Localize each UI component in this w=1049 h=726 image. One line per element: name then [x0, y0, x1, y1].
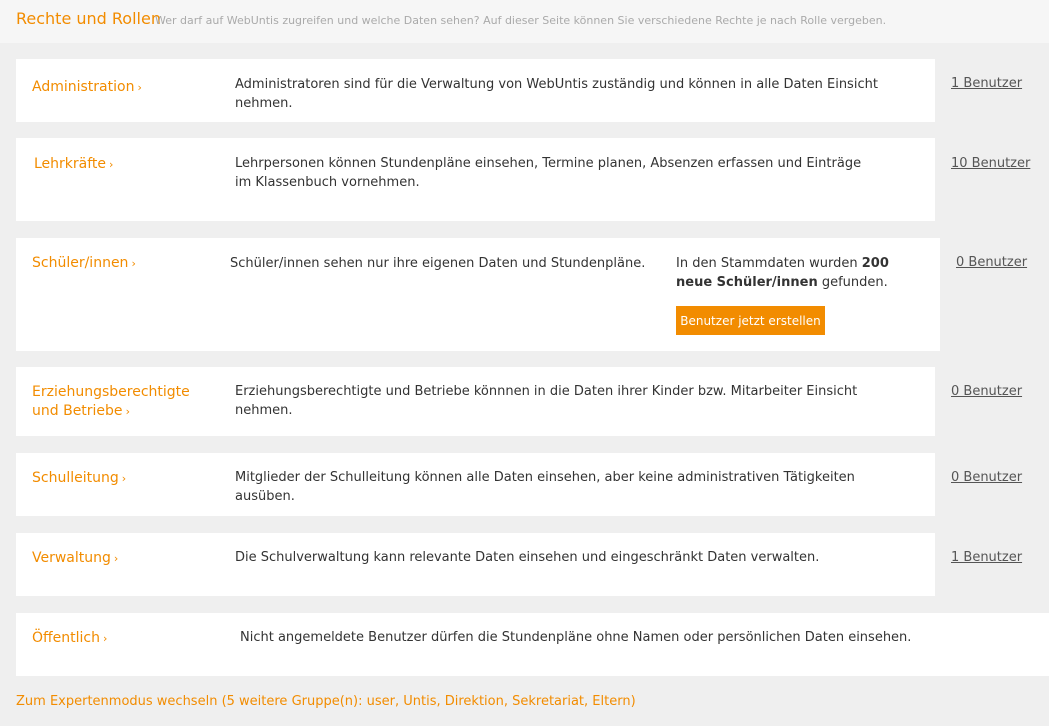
user-count-link-lehrkraefte[interactable]: 10 Benutzer: [951, 156, 1030, 171]
role-card-lehrkraefte: Lehrkräfte › Lehrpersonen können Stundenp…: [16, 138, 935, 221]
chevron-right-icon: ›: [113, 552, 119, 565]
role-name-line2: und Betriebe: [32, 403, 123, 419]
role-link-schueler[interactable]: Schüler/innen ›: [32, 254, 136, 273]
role-link-lehrkraefte[interactable]: Lehrkräfte ›: [34, 155, 113, 174]
role-description: Administratoren sind für die Verwaltung …: [235, 77, 878, 111]
chevron-right-icon: ›: [125, 405, 130, 418]
role-name: Administration: [32, 79, 135, 95]
role-name: Schüler/innen: [32, 255, 129, 271]
page-header: Rechte und Rollen Wer darf auf WebUntis …: [0, 0, 1049, 43]
role-link-administration[interactable]: Administration ›: [32, 78, 142, 97]
chevron-right-icon: ›: [109, 158, 114, 171]
user-count-link-administration[interactable]: 1 Benutzer: [951, 76, 1022, 91]
user-count-link-schueler[interactable]: 0 Benutzer: [956, 255, 1027, 270]
create-users-button[interactable]: Benutzer jetzt erstellen: [676, 306, 825, 335]
user-count-column: [935, 367, 1049, 436]
role-name: Lehrkräfte: [34, 156, 107, 172]
role-card-oeffentlich: Öffentlich › Nicht angemeldete Benutzer d…: [16, 613, 1049, 676]
role-card-verwaltung: Verwaltung › Die Schulverwaltung kann rel…: [16, 533, 935, 596]
role-card-erziehungsberechtigte: Erziehungsberechtigte und Betriebe › Erzi…: [16, 367, 935, 436]
role-name-line1: Erziehungsberechtigte: [32, 384, 190, 400]
role-link-oeffentlich[interactable]: Öffentlich ›: [32, 629, 107, 648]
role-description: Schüler/innen sehen nur ihre eigenen Dat…: [230, 256, 646, 271]
role-name: Schulleitung: [32, 470, 119, 486]
page-title: Rechte und Rollen: [16, 9, 161, 28]
role-card-schueler: Schüler/innen › Schüler/innen sehen nur i…: [16, 238, 940, 351]
role-link-schulleitung[interactable]: Schulleitung ›: [32, 469, 126, 488]
chevron-right-icon: ›: [103, 632, 108, 645]
chevron-right-icon: ›: [137, 81, 142, 94]
role-description: Nicht angemeldete Benutzer dürfen die St…: [240, 630, 912, 645]
role-card-schulleitung: Schulleitung › Mitglieder der Schulleitun…: [16, 453, 935, 516]
role-link-erziehungsberechtigte[interactable]: Erziehungsberechtigte und Betriebe ›: [32, 383, 190, 421]
new-students-notice: In den Stammdaten wurden 200 neue Schüle…: [676, 254, 921, 292]
user-count-link-erziehungsberechtigte[interactable]: 0 Benutzer: [951, 384, 1022, 399]
user-count-link-verwaltung[interactable]: 1 Benutzer: [951, 550, 1022, 565]
role-description: Lehrpersonen können Stundenpläne einsehe…: [235, 156, 862, 190]
user-count-link-schulleitung[interactable]: 0 Benutzer: [951, 470, 1022, 485]
role-name: Verwaltung: [32, 550, 111, 566]
role-link-verwaltung[interactable]: Verwaltung ›: [32, 549, 118, 568]
chevron-right-icon: ›: [131, 257, 136, 270]
role-name: Öffentlich: [32, 630, 100, 646]
role-card-administration: Administration › Administratoren sind für…: [16, 59, 935, 122]
notice-prefix: In den Stammdaten wurden: [676, 256, 862, 271]
page-subtitle: Wer darf auf WebUntis zugreifen und welc…: [155, 14, 887, 27]
notice-suffix: gefunden.: [817, 275, 888, 290]
role-description: Mitglieder der Schulleitung können alle …: [235, 470, 855, 504]
expert-mode-link[interactable]: Zum Expertenmodus wechseln (5 weitere Gr…: [16, 694, 636, 709]
role-description: Erziehungsberechtigte und Betriebe könnn…: [235, 384, 858, 418]
role-description: Die Schulverwaltung kann relevante Daten…: [235, 550, 820, 565]
user-count-column: [935, 138, 1049, 221]
chevron-right-icon: ›: [121, 472, 127, 485]
